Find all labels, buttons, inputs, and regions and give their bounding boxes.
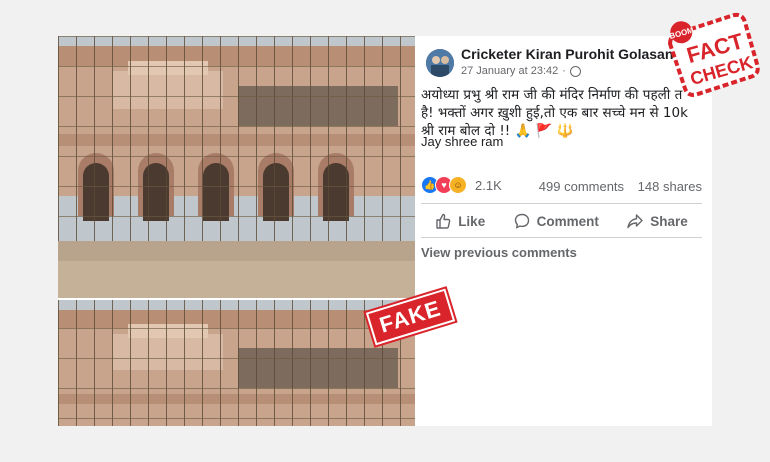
avatar-image-icon (426, 49, 454, 77)
fact-check-card: Cricketer Kiran Purohit Golasan 27 Janua… (58, 36, 712, 426)
share-label: Share (650, 213, 688, 229)
share-arrow-icon (627, 214, 643, 229)
fact-check-badge: BOOM FACT CHECK (666, 2, 762, 107)
care-reaction-icon: ☺ (449, 176, 467, 194)
like-button[interactable]: Like (429, 210, 491, 232)
post-emoji: 🙏 🚩 🔱 (514, 123, 574, 139)
engagement-stats: 499 comments 148 shares (529, 179, 702, 194)
comment-button[interactable]: Comment (508, 210, 605, 232)
like-label: Like (458, 213, 486, 229)
temple-construction-photos (58, 36, 415, 426)
shares-count[interactable]: 148 shares (638, 179, 702, 194)
boom-fact-check-logo: BOOM FACT CHECK (668, 12, 760, 97)
post-text-line: अयोध्या प्रभु श्री राम जी की मंदिर निर्म… (421, 87, 683, 103)
thumbs-up-icon (436, 213, 451, 229)
view-previous-comments-link[interactable]: View previous comments (421, 245, 577, 260)
globe-icon (569, 65, 581, 77)
post-text: अयोध्या प्रभु श्री राम जी की मंदिर निर्म… (421, 86, 707, 140)
share-button[interactable]: Share (621, 210, 694, 232)
author-name[interactable]: Cricketer Kiran Purohit Golasan (461, 46, 673, 62)
divider (421, 203, 702, 204)
post-meta: 27 January at 23:42 · (461, 65, 581, 77)
temple-photo-collage (58, 36, 415, 426)
comment-label: Comment (536, 213, 599, 229)
reactions-summary[interactable]: 👍 ♥ ☺ 2.1K (421, 176, 502, 194)
comments-count[interactable]: 499 comments (539, 179, 624, 194)
reactions-count: 2.1K (475, 177, 502, 193)
post-date[interactable]: 27 January at 23:42 (461, 65, 558, 77)
post-text-line: है! भक्तों अगर ख़ुशी हुई,तो एक बार सच्चे… (421, 105, 688, 121)
comment-bubble-icon (514, 213, 529, 229)
divider (421, 237, 702, 238)
author-avatar[interactable] (426, 49, 454, 77)
post-footer-text: Jay shree ram (421, 134, 504, 149)
post-actions: Like Comment Share (421, 210, 702, 232)
